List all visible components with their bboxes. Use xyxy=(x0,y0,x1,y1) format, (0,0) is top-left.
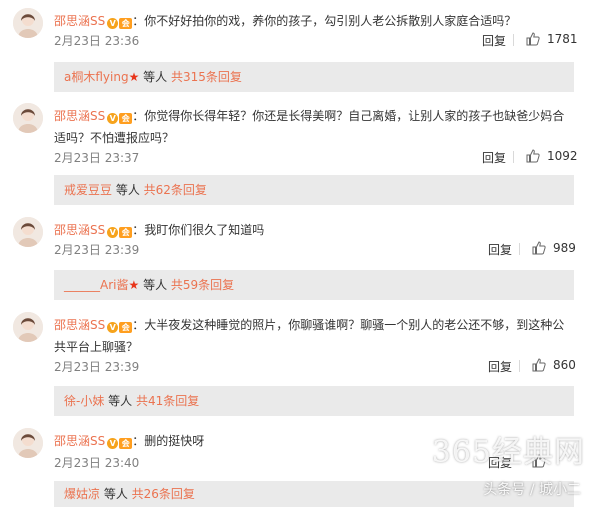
divider xyxy=(519,360,520,372)
reply-button[interactable]: 回复 xyxy=(488,241,512,258)
verified-badge-icon[interactable]: V xyxy=(107,113,119,124)
comment-item: 邵思涵SS V 会：我盯你们很久了知道吗 2月23日 23:39 回复 989 __… xyxy=(0,217,591,300)
verified-badge-icon[interactable]: V xyxy=(107,322,119,333)
comment-date: 2月23日 23:39 xyxy=(54,360,140,374)
reply-others-text: 等人 xyxy=(112,183,144,197)
reply-username[interactable]: 戒爱豆豆 xyxy=(64,183,112,197)
divider xyxy=(513,34,514,46)
member-badge-icon[interactable]: 会 xyxy=(119,438,133,449)
comment-date: 2月23日 23:40 xyxy=(54,456,140,470)
comment-body: 邵思涵SS V 会：大半夜发这种睡觉的照片，你聊骚谁啊？聊骚一个别人的老公还不够，到… xyxy=(54,314,574,358)
reply-others-text: 等人 xyxy=(139,70,171,84)
watermark-text: 365经典网 xyxy=(431,435,585,470)
comment-text: ：你不好好拍你的戏，养你的孩子，勾引别人老公拆散别人家庭合适吗？ xyxy=(132,14,517,28)
comment-text: ：我盯你们很久了知道吗 xyxy=(132,223,265,237)
avatar[interactable] xyxy=(13,428,43,458)
reply-button[interactable]: 回复 xyxy=(482,149,506,166)
reply-count-link[interactable]: 共41条回复 xyxy=(136,394,199,408)
username-link[interactable]: 邵思涵SS xyxy=(54,434,105,448)
username-link[interactable]: 邵思涵SS xyxy=(54,109,105,123)
reply-button[interactable]: 回复 xyxy=(488,358,512,375)
avatar-image xyxy=(13,312,43,342)
reply-others-text: 等人 xyxy=(100,487,132,501)
reply-count-link[interactable]: 共59条回复 xyxy=(171,278,234,292)
divider xyxy=(519,243,520,255)
thumbs-up-icon[interactable] xyxy=(532,358,546,372)
watermark-subtext: 头条号 / 城小二 xyxy=(483,482,581,498)
reply-count-link[interactable]: 共62条回复 xyxy=(144,183,207,197)
like-count: 989 xyxy=(553,241,576,255)
comment-body: 邵思涵SS V 会：我盯你们很久了知道吗 xyxy=(54,219,574,241)
reply-summary-bar[interactable]: 徐-小妹 等人 共41条回复 xyxy=(54,386,574,416)
thumbs-up-icon[interactable] xyxy=(526,32,540,46)
reply-button[interactable]: 回复 xyxy=(482,32,506,49)
comment-date: 2月23日 23:36 xyxy=(54,34,140,48)
member-badge-icon[interactable]: 会 xyxy=(119,113,133,124)
member-badge-icon[interactable]: 会 xyxy=(119,322,133,333)
like-count: 1092 xyxy=(547,149,578,163)
verified-badge-icon[interactable]: V xyxy=(107,227,119,238)
username-link[interactable]: 邵思涵SS xyxy=(54,318,105,332)
comment-body: 邵思涵SS V 会：你觉得你长得年轻？你还是长得美啊？自己离婚，让别人家的孩子也缺爸… xyxy=(54,105,574,149)
thumbs-up-icon[interactable] xyxy=(526,149,540,163)
comment-date: 2月23日 23:37 xyxy=(54,151,140,165)
avatar-image xyxy=(13,103,43,133)
reply-summary-bar[interactable]: a桐木flying★ 等人 共315条回复 xyxy=(54,62,574,92)
reply-summary-bar[interactable]: ______Ari酱★ 等人 共59条回复 xyxy=(54,270,574,300)
username-link[interactable]: 邵思涵SS xyxy=(54,223,105,237)
verified-badge-icon[interactable]: V xyxy=(107,18,119,29)
username-link[interactable]: 邵思涵SS xyxy=(54,14,105,28)
divider xyxy=(513,151,514,163)
avatar[interactable] xyxy=(13,103,43,133)
avatar-image xyxy=(13,217,43,247)
member-badge-icon[interactable]: 会 xyxy=(119,18,133,29)
comment-date: 2月23日 23:39 xyxy=(54,243,140,257)
avatar[interactable] xyxy=(13,8,43,38)
member-badge-icon[interactable]: 会 xyxy=(119,227,133,238)
reply-summary-bar[interactable]: 戒爱豆豆 等人 共62条回复 xyxy=(54,175,574,205)
reply-username[interactable]: 徐-小妹 xyxy=(64,394,104,408)
comment-item: 邵思涵SS V 会：你不好好拍你的戏，养你的孩子，勾引别人老公拆散别人家庭合适吗？ … xyxy=(0,8,591,92)
avatar-image xyxy=(13,8,43,38)
avatar[interactable] xyxy=(13,312,43,342)
avatar-image xyxy=(13,428,43,458)
verified-badge-icon[interactable]: V xyxy=(107,438,119,449)
comment-body: 邵思涵SS V 会：你不好好拍你的戏，养你的孩子，勾引别人老公拆散别人家庭合适吗？ xyxy=(54,10,574,32)
reply-count-link[interactable]: 共315条回复 xyxy=(171,70,242,84)
reply-username[interactable]: 爆姑凉 xyxy=(64,487,100,501)
thumbs-up-icon[interactable] xyxy=(532,241,546,255)
reply-username[interactable]: ______Ari酱 xyxy=(64,278,128,292)
star-icon: ★ xyxy=(128,278,140,292)
comment-item: 邵思涵SS V 会：大半夜发这种睡觉的照片，你聊骚谁啊？聊骚一个别人的老公还不够，到… xyxy=(0,312,591,416)
like-count: 860 xyxy=(553,358,576,372)
reply-others-text: 等人 xyxy=(104,394,136,408)
comment-text: ：删的挺快呀 xyxy=(132,434,205,448)
reply-username[interactable]: a桐木flying xyxy=(64,70,129,84)
comment-item: 邵思涵SS V 会：你觉得你长得年轻？你还是长得美啊？自己离婚，让别人家的孩子也缺爸… xyxy=(0,103,591,205)
reply-count-link[interactable]: 共26条回复 xyxy=(132,487,195,501)
star-icon: ★ xyxy=(128,70,140,84)
like-count: 1781 xyxy=(547,32,578,46)
reply-others-text: 等人 xyxy=(139,278,171,292)
avatar[interactable] xyxy=(13,217,43,247)
